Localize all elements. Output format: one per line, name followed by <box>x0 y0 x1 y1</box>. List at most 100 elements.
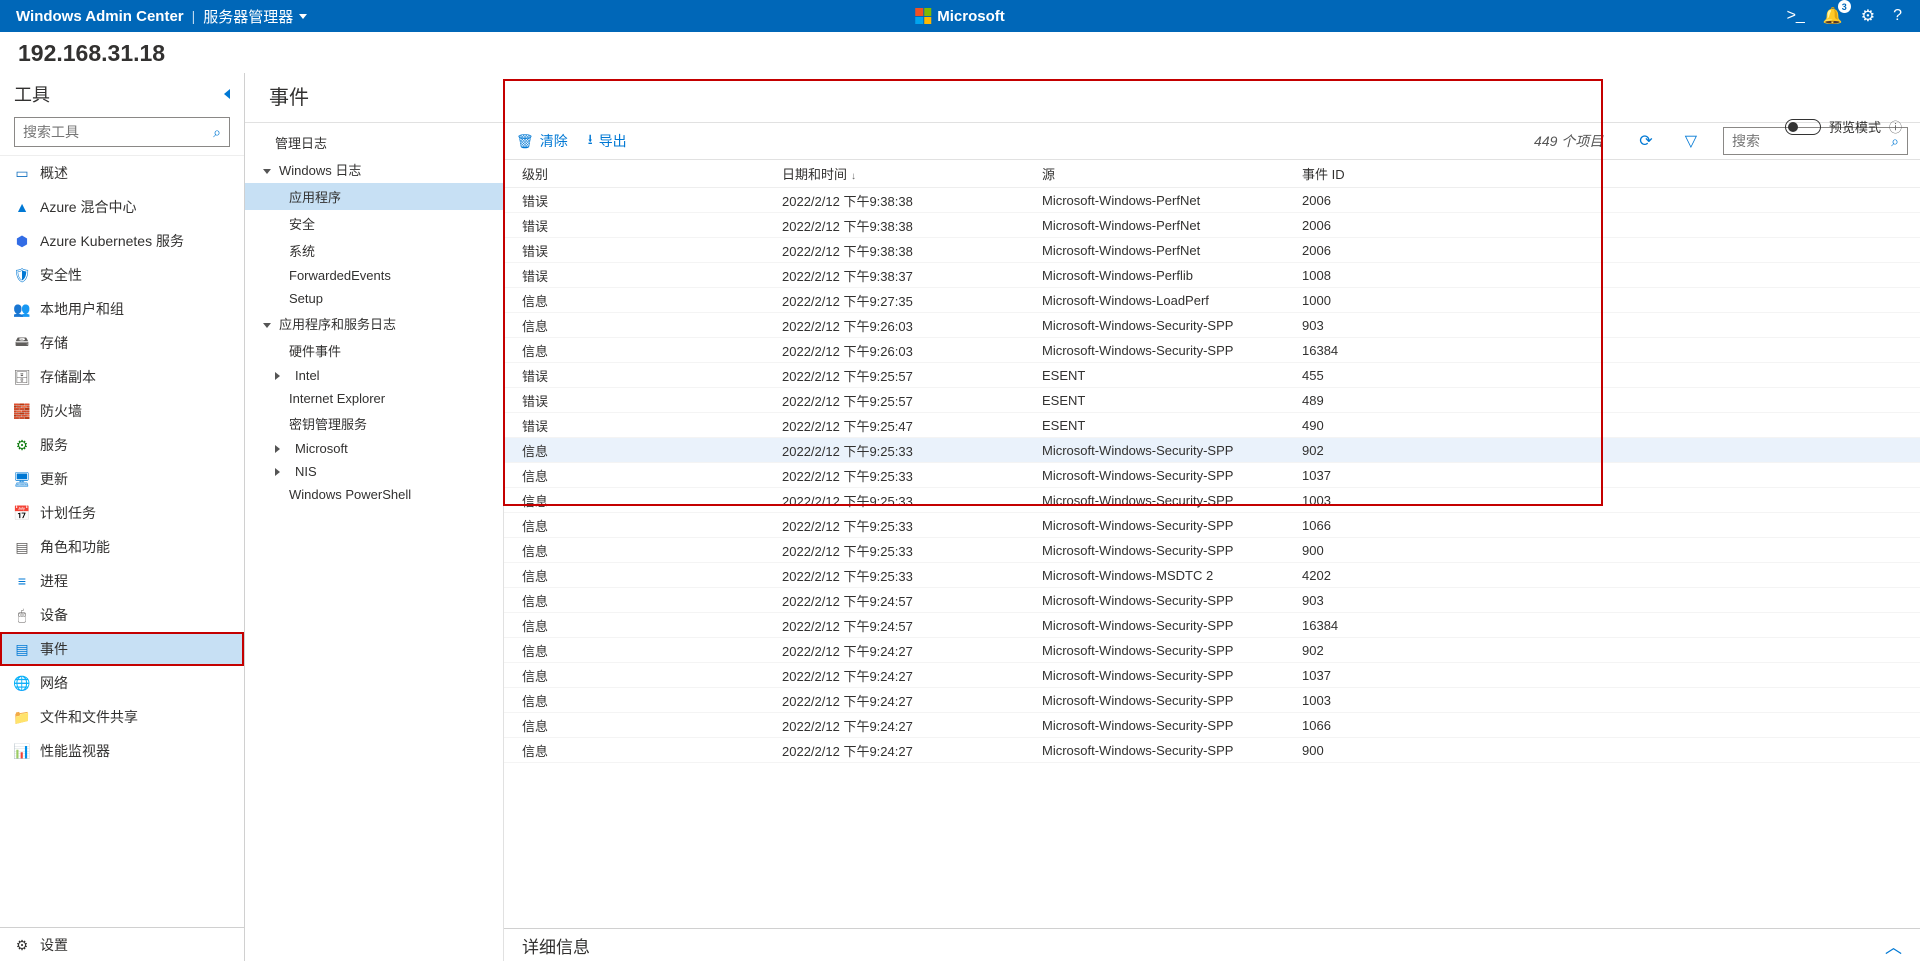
tree-leaf[interactable]: Intel <box>245 364 503 387</box>
cell-id: 1037 <box>1302 668 1462 683</box>
chevron-up-icon[interactable]: ︿ <box>1885 933 1902 958</box>
tree-leaf[interactable]: Setup <box>245 287 503 310</box>
preview-bar: 预览模式 ⓘ <box>1785 117 1902 136</box>
sidebar-item-network[interactable]: 🌐网络 <box>0 666 244 700</box>
tree-leaf[interactable]: 系统 <box>245 237 503 264</box>
cell-source: Microsoft-Windows-MSDTC 2 <box>1042 568 1302 583</box>
table-row[interactable]: 信息2022/2/12 下午9:24:27Microsoft-Windows-S… <box>504 688 1920 713</box>
sidebar-item-replica[interactable]: 🗄存储副本 <box>0 360 244 394</box>
table-row[interactable]: 信息2022/2/12 下午9:24:57Microsoft-Windows-S… <box>504 613 1920 638</box>
cell-id: 2006 <box>1302 243 1462 258</box>
col-id[interactable]: 事件 ID <box>1302 164 1462 183</box>
cell-datetime: 2022/2/12 下午9:24:27 <box>782 716 1042 735</box>
sidebar-item-events[interactable]: ▤事件 <box>0 632 244 666</box>
table-row[interactable]: 错误2022/2/12 下午9:38:37Microsoft-Windows-P… <box>504 263 1920 288</box>
sidebar-item-azure[interactable]: ▲Azure 混合中心 <box>0 190 244 224</box>
notifications-button[interactable]: 🔔 3 <box>1823 6 1843 26</box>
cell-datetime: 2022/2/12 下午9:38:38 <box>782 241 1042 260</box>
cell-source: Microsoft-Windows-Security-SPP <box>1042 643 1302 658</box>
cell-datetime: 2022/2/12 下午9:24:27 <box>782 666 1042 685</box>
sidebar-item-settings[interactable]: ⚙ 设置 <box>0 928 244 961</box>
table-row[interactable]: 信息2022/2/12 下午9:24:27Microsoft-Windows-S… <box>504 663 1920 688</box>
tree-group[interactable]: 应用程序和服务日志 <box>245 310 503 337</box>
table-row[interactable]: 错误2022/2/12 下午9:25:57ESENT489 <box>504 388 1920 413</box>
tree-leaf[interactable]: 硬件事件 <box>245 337 503 364</box>
sidebar-item-update[interactable]: 🖥更新 <box>0 462 244 496</box>
tree-leaf[interactable]: Microsoft <box>245 437 503 460</box>
table-row[interactable]: 信息2022/2/12 下午9:26:03Microsoft-Windows-S… <box>504 338 1920 363</box>
detail-bar[interactable]: 详细信息 ︿ <box>504 928 1920 961</box>
table-row[interactable]: 信息2022/2/12 下午9:25:33Microsoft-Windows-M… <box>504 563 1920 588</box>
sidebar-item-devices[interactable]: 🖱设备 <box>0 598 244 632</box>
sidebar-item-aks[interactable]: ⬢Azure Kubernetes 服务 <box>0 224 244 258</box>
firewall-icon: 🧱 <box>14 403 30 419</box>
table-row[interactable]: 错误2022/2/12 下午9:25:47ESENT490 <box>504 413 1920 438</box>
cell-datetime: 2022/2/12 下午9:26:03 <box>782 316 1042 335</box>
table-row[interactable]: 错误2022/2/12 下午9:25:57ESENT455 <box>504 363 1920 388</box>
settings-icon[interactable]: ⚙ <box>1861 6 1875 26</box>
clear-button[interactable]: 🗑 清除 <box>516 131 568 151</box>
table-row[interactable]: 错误2022/2/12 下午9:38:38Microsoft-Windows-P… <box>504 188 1920 213</box>
cell-source: Microsoft-Windows-Perflib <box>1042 268 1302 283</box>
cell-source: Microsoft-Windows-PerfNet <box>1042 193 1302 208</box>
sidebar-item-roles[interactable]: ▤角色和功能 <box>0 530 244 564</box>
tree-leaf[interactable]: NIS <box>245 460 503 483</box>
col-level[interactable]: 级别 <box>522 164 782 183</box>
powershell-icon[interactable]: >_ <box>1787 7 1805 25</box>
sidebar-item-tasks[interactable]: 📅计划任务 <box>0 496 244 530</box>
sidebar-item-overview[interactable]: ▭概述 <box>0 156 244 190</box>
tree-root[interactable]: 管理日志 <box>245 129 503 156</box>
sidebar-item-users[interactable]: 👥本地用户和组 <box>0 292 244 326</box>
refresh-button[interactable]: ⟳ <box>1633 131 1658 151</box>
cell-source: Microsoft-Windows-Security-SPP <box>1042 718 1302 733</box>
sidebar-item-shield[interactable]: 🛡安全性 <box>0 258 244 292</box>
sidebar-item-perf[interactable]: 📊性能监视器 <box>0 734 244 768</box>
tree-leaf[interactable]: 应用程序 <box>245 183 503 210</box>
tree-leaf[interactable]: ForwardedEvents <box>245 264 503 287</box>
sidebar-item-process[interactable]: ≡进程 <box>0 564 244 598</box>
tree-leaf-label: Intel <box>295 368 320 383</box>
tree-leaf-label: 硬件事件 <box>289 341 341 360</box>
table-row[interactable]: 信息2022/2/12 下午9:24:27Microsoft-Windows-S… <box>504 738 1920 763</box>
table-row[interactable]: 信息2022/2/12 下午9:24:57Microsoft-Windows-S… <box>504 588 1920 613</box>
table-row[interactable]: 错误2022/2/12 下午9:38:38Microsoft-Windows-P… <box>504 238 1920 263</box>
sidebar-item-files[interactable]: 📁文件和文件共享 <box>0 700 244 734</box>
export-button[interactable]: ⭳ 导出 <box>588 129 627 153</box>
events-table[interactable]: 级别 日期和时间↓ 源 事件 ID 错误2022/2/12 下午9:38:38M… <box>504 159 1920 928</box>
sidebar-item-storage[interactable]: 🖴存储 <box>0 326 244 360</box>
sidebar-item-label: 概述 <box>40 163 68 183</box>
sidebar-item-services[interactable]: ⚙服务 <box>0 428 244 462</box>
col-source[interactable]: 源 <box>1042 164 1302 183</box>
table-row[interactable]: 信息2022/2/12 下午9:24:27Microsoft-Windows-S… <box>504 638 1920 663</box>
table-row[interactable]: 信息2022/2/12 下午9:25:33Microsoft-Windows-S… <box>504 513 1920 538</box>
table-row[interactable]: 信息2022/2/12 下午9:27:35Microsoft-Windows-L… <box>504 288 1920 313</box>
tree-leaf[interactable]: 密钥管理服务 <box>245 410 503 437</box>
sidebar-item-firewall[interactable]: 🧱防火墙 <box>0 394 244 428</box>
collapse-icon[interactable] <box>224 89 230 99</box>
detail-title: 详细信息 <box>522 933 590 958</box>
table-row[interactable]: 信息2022/2/12 下午9:26:03Microsoft-Windows-S… <box>504 313 1920 338</box>
tree-group[interactable]: Windows 日志 <box>245 156 503 183</box>
table-row[interactable]: 信息2022/2/12 下午9:25:33Microsoft-Windows-S… <box>504 463 1920 488</box>
table-row[interactable]: 错误2022/2/12 下午9:38:38Microsoft-Windows-P… <box>504 213 1920 238</box>
table-row[interactable]: 信息2022/2/12 下午9:25:33Microsoft-Windows-S… <box>504 538 1920 563</box>
storage-icon: 🖴 <box>14 335 30 351</box>
tree-leaf[interactable]: Windows PowerShell <box>245 483 503 506</box>
info-icon[interactable]: ⓘ <box>1889 117 1902 136</box>
tools-search-input[interactable] <box>23 124 183 140</box>
table-row[interactable]: 信息2022/2/12 下午9:25:33Microsoft-Windows-S… <box>504 488 1920 513</box>
preview-toggle[interactable] <box>1785 119 1821 135</box>
help-icon[interactable]: ? <box>1893 7 1902 25</box>
tools-searchbox[interactable]: ⌕ <box>14 117 230 147</box>
scope-dropdown[interactable]: 服务器管理器 <box>203 6 307 27</box>
table-row[interactable]: 信息2022/2/12 下午9:25:33Microsoft-Windows-S… <box>504 438 1920 463</box>
tree-leaf[interactable]: 安全 <box>245 210 503 237</box>
services-icon: ⚙ <box>14 437 30 453</box>
tree-leaf[interactable]: Internet Explorer <box>245 387 503 410</box>
cell-level: 错误 <box>522 191 782 210</box>
cell-level: 错误 <box>522 241 782 260</box>
table-row[interactable]: 信息2022/2/12 下午9:24:27Microsoft-Windows-S… <box>504 713 1920 738</box>
filter-button[interactable]: ▽ <box>1679 131 1703 151</box>
col-datetime[interactable]: 日期和时间↓ <box>782 164 1042 183</box>
cell-source: Microsoft-Windows-Security-SPP <box>1042 618 1302 633</box>
